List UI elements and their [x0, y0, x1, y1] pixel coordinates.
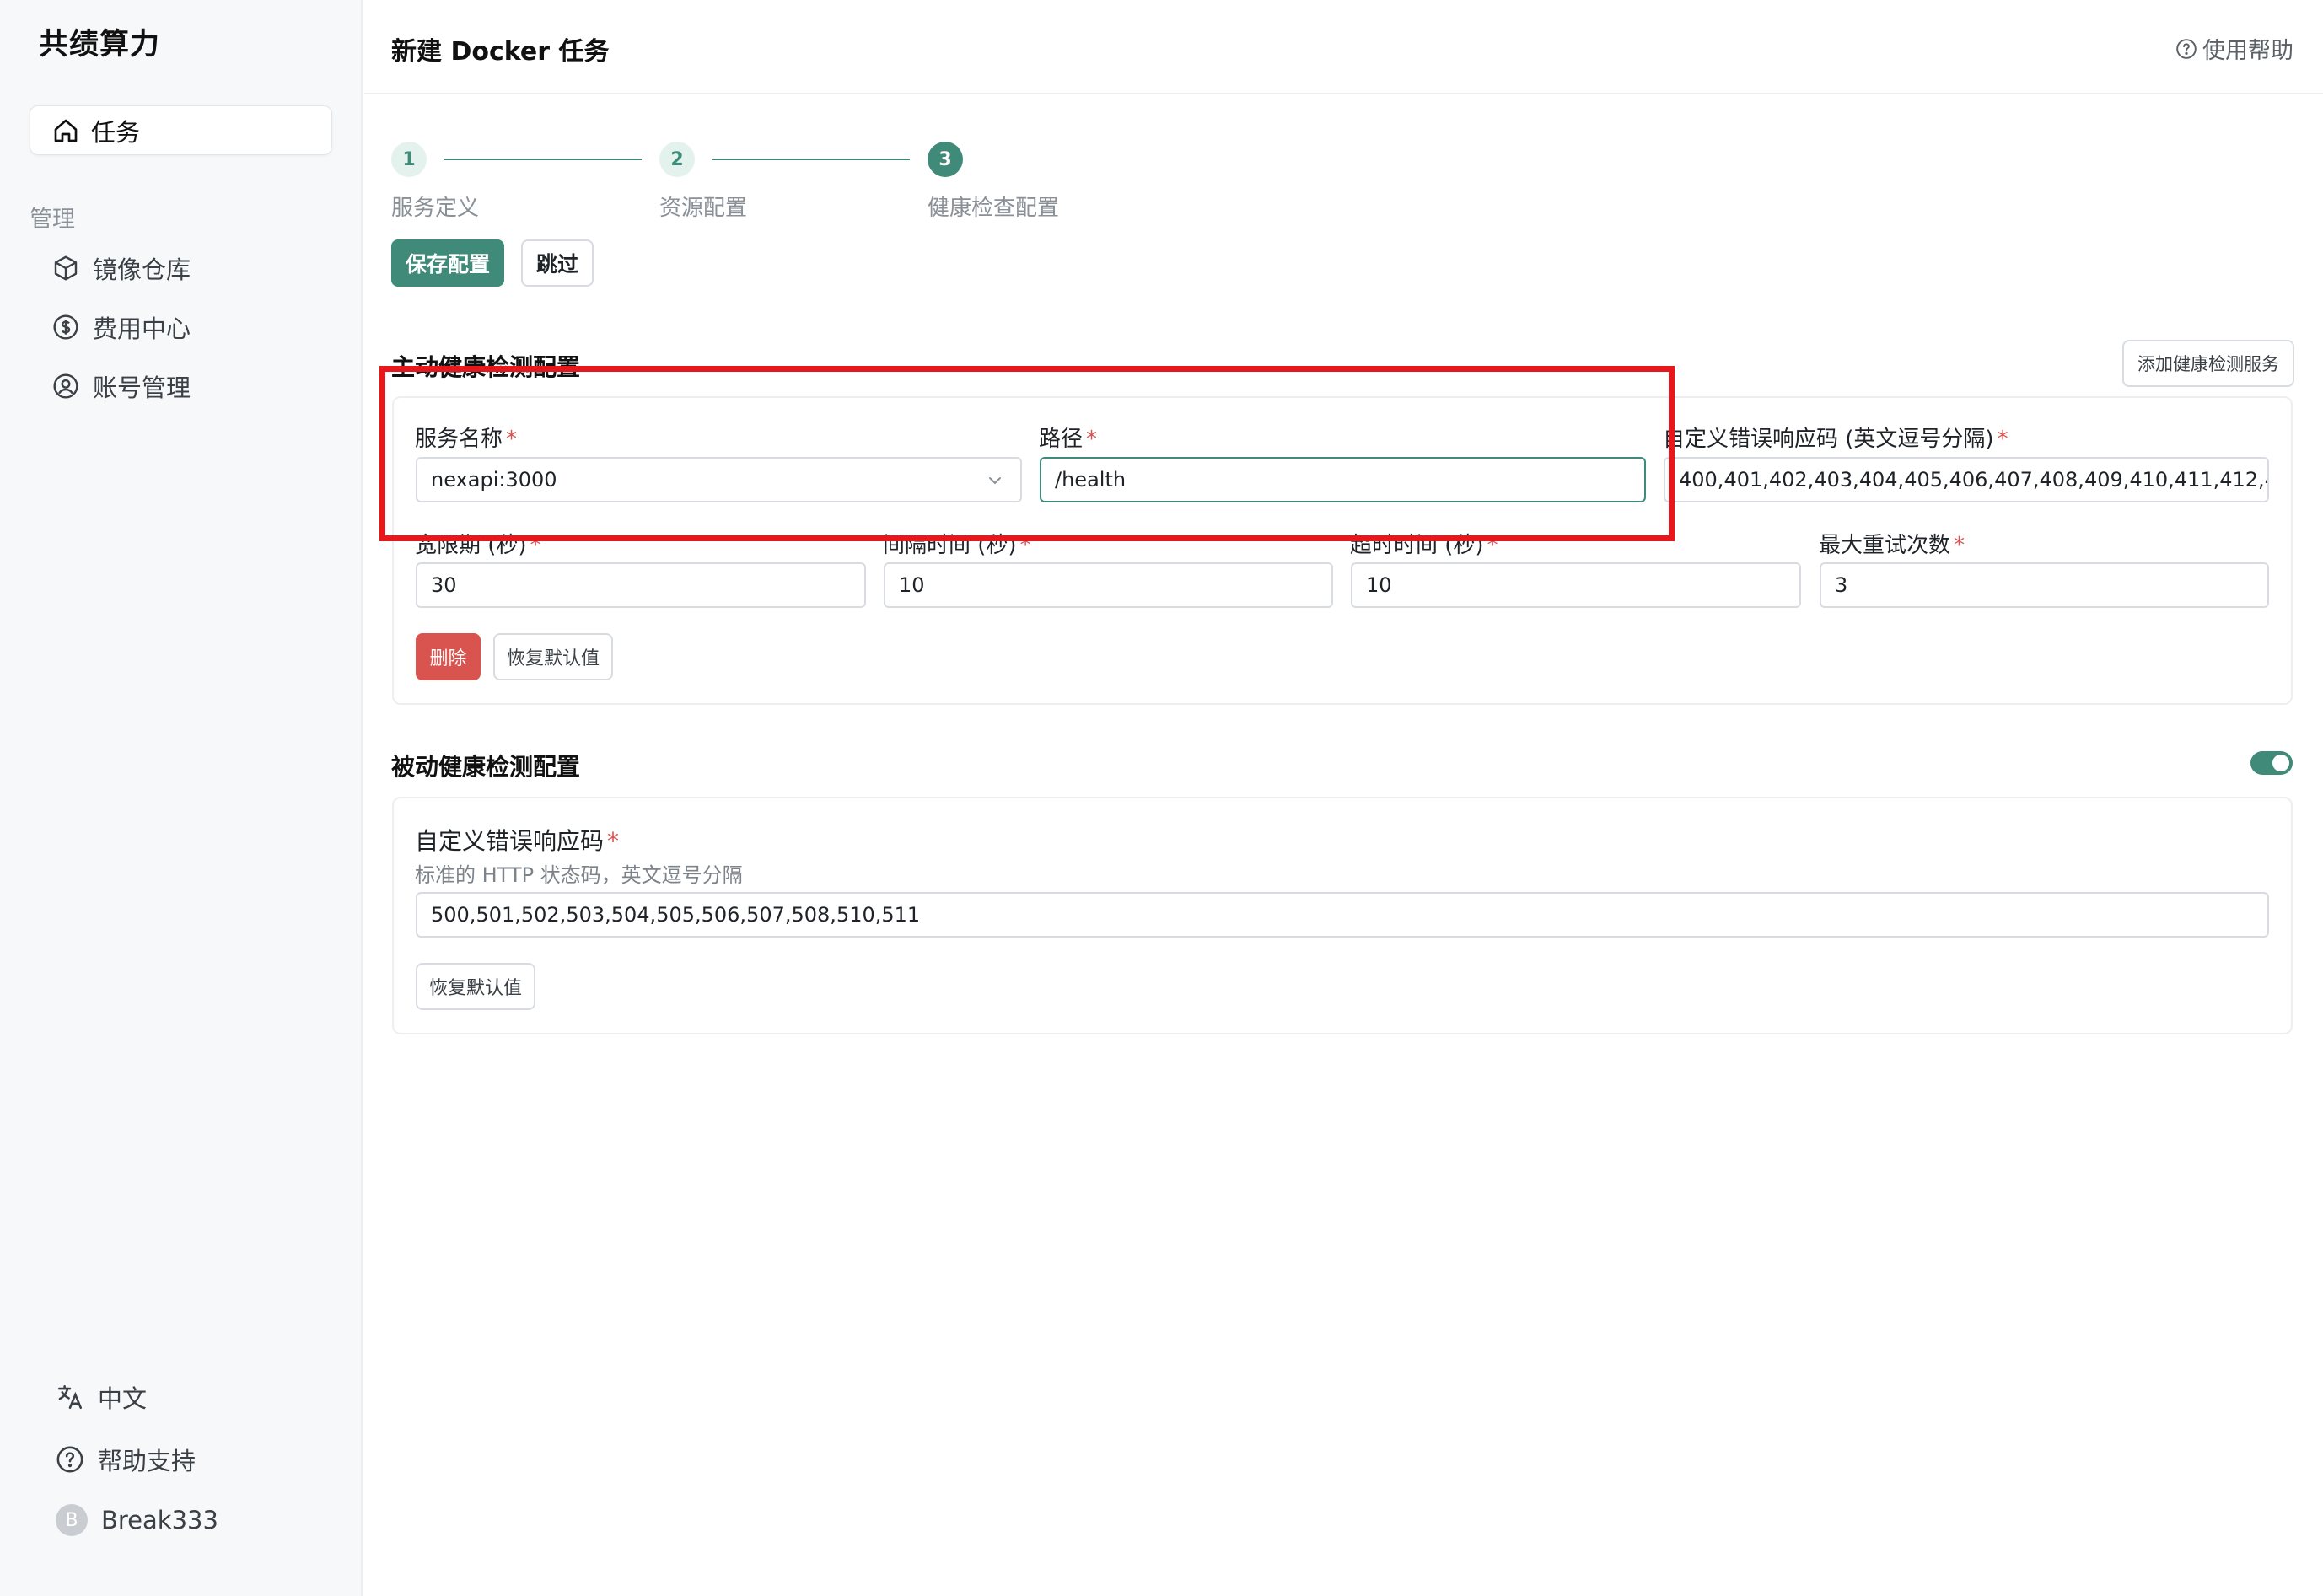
service-name-label: 服务名称 *: [415, 427, 518, 452]
passive-reset-default-button[interactable]: 恢复默认值: [416, 963, 535, 1010]
add-health-check-button[interactable]: 添加健康检测服务: [2122, 340, 2294, 387]
step-2-label: 资源配置: [659, 196, 748, 221]
step-connector: [712, 159, 910, 160]
save-config-button[interactable]: 保存配置: [391, 239, 504, 287]
passive-error-codes-input[interactable]: 500,501,502,503,504,505,506,507,508,510,…: [416, 892, 2269, 938]
page-title: 新建 Docker 任务: [391, 37, 610, 67]
question-circle-icon: [2176, 38, 2197, 59]
step-2-indicator[interactable]: 2: [659, 142, 695, 177]
help-support-link[interactable]: 帮助支持: [56, 1440, 196, 1479]
grace-period-input[interactable]: 30: [416, 562, 866, 608]
timeout-input[interactable]: 10: [1351, 562, 1801, 608]
passive-error-codes-label: 自定义错误响应码 *: [415, 827, 620, 855]
passive-health-check-title: 被动健康检测配置: [391, 753, 581, 781]
timeout-label: 超时时间 (秒) *: [1350, 533, 1498, 558]
max-retries-label: 最大重试次数 *: [1819, 533, 1965, 558]
sidebar-item-label: 账号管理: [93, 373, 191, 402]
question-circle-icon: [56, 1446, 83, 1473]
path-input[interactable]: /health: [1040, 457, 1646, 502]
help-link-label: 使用帮助: [2202, 38, 2293, 64]
brand-logo-text: 共绩算力: [39, 28, 161, 62]
service-name-select[interactable]: nexapi:3000: [416, 457, 1022, 502]
box-icon: [54, 255, 78, 281]
delete-button[interactable]: 删除: [416, 633, 481, 680]
user-profile[interactable]: B Break333: [56, 1501, 218, 1540]
language-label: 中文: [98, 1384, 148, 1413]
dollar-icon: [53, 314, 78, 340]
user-circle-icon: [53, 373, 78, 399]
sidebar-section-label: 管理: [30, 207, 75, 233]
path-label: 路径 *: [1039, 427, 1098, 452]
sidebar: 共绩算力 任务 管理 镜像仓库 费用中心 账号管理 中文 帮助支持 B Brea…: [0, 0, 363, 1596]
active-error-codes-input[interactable]: 400,401,402,403,404,405,406,407,408,409,…: [1664, 457, 2269, 502]
step-1-label: 服务定义: [391, 196, 480, 221]
chevron-down-icon: [989, 477, 1001, 485]
active-error-codes-label: 自定义错误响应码 (英文逗号分隔) *: [1663, 427, 2008, 452]
username: Break333: [101, 1506, 218, 1534]
step-connector: [444, 159, 642, 160]
sidebar-item-tasks[interactable]: 任务: [30, 105, 332, 155]
step-1-indicator[interactable]: 1: [391, 142, 427, 177]
passive-health-check-toggle[interactable]: [2250, 751, 2293, 775]
sidebar-item-billing[interactable]: 费用中心: [52, 309, 191, 346]
language-switch[interactable]: 中文: [56, 1378, 147, 1416]
grace-period-label: 宽限期 (秒) *: [415, 533, 541, 558]
active-health-check-title: 主动健康检测配置: [391, 353, 581, 381]
sidebar-item-account[interactable]: 账号管理: [52, 368, 191, 405]
interval-input[interactable]: 10: [884, 562, 1333, 608]
help-link[interactable]: 使用帮助: [2175, 32, 2293, 65]
toggle-knob: [2272, 755, 2289, 771]
max-retries-input[interactable]: 3: [1820, 562, 2269, 608]
sidebar-item-image-registry[interactable]: 镜像仓库: [52, 250, 191, 287]
translate-icon: [57, 1384, 83, 1410]
sidebar-item-label: 任务: [91, 117, 141, 147]
reset-default-button[interactable]: 恢复默认值: [493, 633, 613, 680]
step-3-indicator[interactable]: 3: [928, 142, 963, 177]
sidebar-item-label: 镜像仓库: [93, 255, 191, 284]
help-support-label: 帮助支持: [98, 1447, 196, 1475]
step-3-label: 健康检查配置: [928, 196, 1060, 221]
home-icon: [54, 119, 78, 142]
passive-error-codes-hint: 标准的 HTTP 状态码，英文逗号分隔: [415, 863, 743, 887]
interval-label: 间隔时间 (秒) *: [883, 533, 1031, 558]
avatar: B: [56, 1504, 88, 1536]
sidebar-item-label: 费用中心: [93, 314, 191, 343]
skip-button[interactable]: 跳过: [521, 239, 594, 287]
page-header: 新建 Docker 任务 使用帮助: [364, 0, 2323, 94]
